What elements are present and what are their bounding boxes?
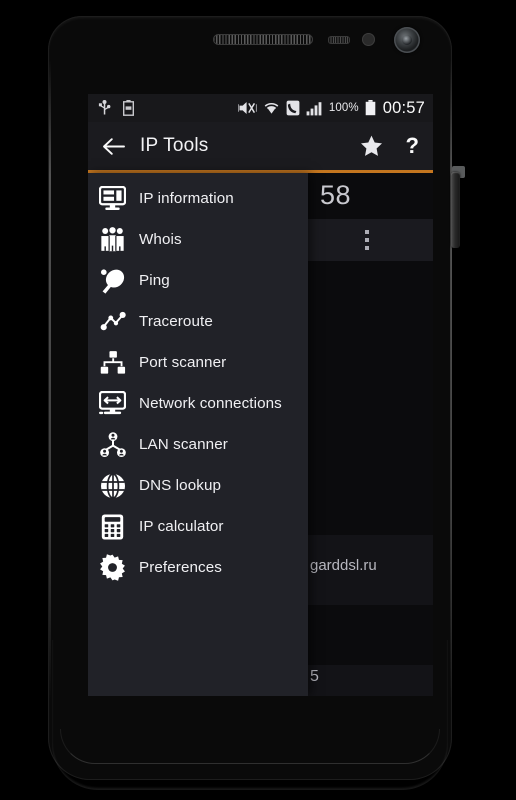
battery-percent-label: 100%: [328, 102, 359, 114]
screenshot-root: 100% 00:57 IP Tools ? 58 garddsl.ru 5 IP…: [0, 0, 516, 800]
notification-led: [362, 33, 375, 46]
usb-icon: [98, 100, 111, 115]
drawer-menu-list: IP information Whois Ping Traceroute Por…: [88, 173, 308, 588]
phone-edge-left: [49, 60, 51, 700]
network-path-icon: [97, 306, 128, 337]
user-nodes-icon: [97, 429, 128, 460]
menu-item-lan-scanner[interactable]: LAN scanner: [88, 424, 308, 465]
background-host-fragment: garddsl.ru: [310, 557, 377, 574]
network-tree-icon: [97, 347, 128, 378]
ping-pong-paddle-icon: [97, 265, 128, 296]
phone-screen: 100% 00:57 IP Tools ? 58 garddsl.ru 5 IP…: [88, 94, 433, 696]
menu-item-label: Network connections: [139, 395, 282, 412]
earpiece-speaker: [213, 34, 313, 45]
page-title: IP Tools: [140, 135, 209, 156]
status-bar-clock: 00:57: [382, 98, 425, 117]
menu-item-label: IP calculator: [139, 518, 224, 535]
battery-saver-icon: [123, 100, 134, 116]
menu-item-label: Port scanner: [139, 354, 227, 371]
menu-item-label: Preferences: [139, 559, 222, 576]
menu-item-port-scanner[interactable]: Port scanner: [88, 342, 308, 383]
favorite-button[interactable]: [359, 134, 384, 158]
status-bar-left-icons: [98, 100, 134, 116]
star-icon: [360, 135, 382, 156]
gear-icon: [97, 552, 128, 583]
background-number-fragment: 58: [320, 180, 352, 210]
signal-bars-icon: [306, 102, 322, 116]
battery-icon: [365, 100, 376, 116]
calculator-icon: [97, 511, 128, 542]
power-button[interactable]: [451, 172, 460, 248]
app-title-bar: IP Tools ?: [88, 122, 433, 170]
menu-item-traceroute[interactable]: Traceroute: [88, 301, 308, 342]
menu-item-label: IP information: [139, 190, 234, 207]
menu-item-dns-lookup[interactable]: DNS lookup: [88, 465, 308, 506]
menu-item-label: LAN scanner: [139, 436, 228, 453]
menu-item-ping[interactable]: Ping: [88, 260, 308, 301]
menu-item-ip-calculator[interactable]: IP calculator: [88, 506, 308, 547]
menu-item-label: DNS lookup: [139, 477, 222, 494]
monitor-arrows-icon: [97, 388, 128, 419]
mute-vibrate-icon: [237, 102, 257, 114]
status-bar-right-icons: 100% 00:57: [237, 98, 425, 118]
phone-edge-right: [450, 60, 452, 700]
people-group-icon: [97, 224, 128, 255]
back-arrow-icon: [102, 137, 125, 155]
menu-item-preferences[interactable]: Preferences: [88, 547, 308, 588]
navigation-drawer: IP information Whois Ping Traceroute Por…: [88, 173, 308, 696]
front-camera: [394, 27, 420, 53]
proximity-sensor: [328, 36, 350, 44]
monitor-icon: [97, 183, 128, 214]
menu-item-whois[interactable]: Whois: [88, 219, 308, 260]
menu-item-label: Traceroute: [139, 313, 213, 330]
phone-icon: [286, 100, 300, 116]
menu-item-ip-information[interactable]: IP information: [88, 178, 308, 219]
globe-icon: [97, 470, 128, 501]
menu-item-label: Ping: [139, 272, 170, 289]
status-bar: 100% 00:57: [88, 94, 433, 122]
menu-item-label: Whois: [139, 231, 182, 248]
title-bar-actions: ?: [359, 134, 419, 158]
background-port-fragment: 5: [310, 668, 319, 685]
wifi-icon: [264, 102, 279, 114]
help-button[interactable]: ?: [406, 135, 419, 157]
kebab-menu-icon[interactable]: [365, 230, 369, 254]
menu-item-network-connections[interactable]: Network connections: [88, 383, 308, 424]
back-button[interactable]: [100, 133, 126, 159]
